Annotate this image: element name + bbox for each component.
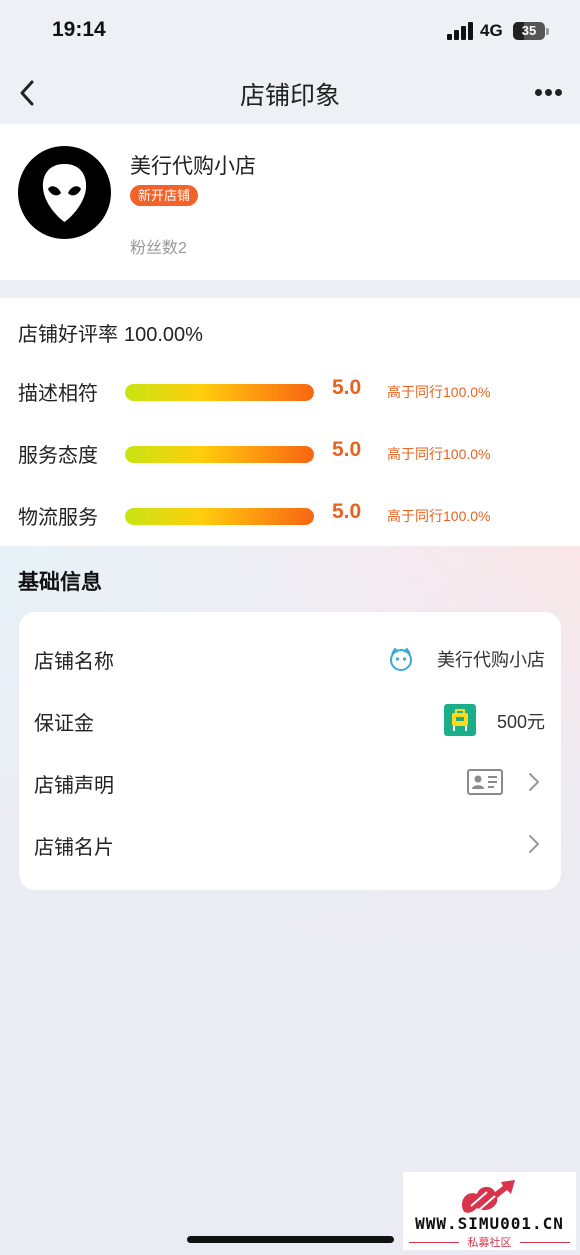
info-row-deposit[interactable]: 保证金 500元 (19, 689, 561, 751)
shop-header-card: 美行代购小店 新开店铺 粉丝数2 (0, 124, 580, 280)
new-shop-badge: 新开店铺 (130, 185, 199, 206)
metric-bar-fill (125, 446, 314, 463)
metric-bar (125, 508, 314, 525)
metric-row: 描述相符 5.0 高于同行100.0% (0, 371, 580, 411)
battery-tip (546, 28, 549, 35)
fans-count: 粉丝数2 (130, 240, 187, 257)
info-row-label: 店铺名片 (34, 837, 114, 859)
network-type: 4G (480, 21, 503, 40)
shop-avatar[interactable] (18, 146, 111, 239)
basic-info-card: 店铺名称 美行代购小店 保证金 500元 店铺声明 店铺名片 (19, 612, 561, 890)
metric-score: 5.0 (332, 500, 362, 523)
chevron-right-icon (529, 835, 539, 853)
page-title: 店铺印象 (239, 82, 340, 110)
info-row-business-card[interactable]: 店铺名片 (19, 813, 561, 875)
id-card-icon (467, 769, 503, 795)
alien-head-icon (42, 164, 87, 222)
positive-rate-label: 店铺好评率 (18, 324, 118, 346)
status-time: 19:14 (52, 18, 106, 41)
metric-bar-fill (125, 508, 314, 525)
watermark-logo-icon (461, 1180, 515, 1213)
watermark-text: WWW.SIMU001.CN (415, 1214, 564, 1233)
status-bar: 19:14 4G 35 (0, 0, 580, 62)
metric-compare: 高于同行100.0% (387, 384, 491, 400)
info-row-statement[interactable]: 店铺声明 (19, 751, 561, 813)
metric-bar (125, 446, 314, 463)
battery-level: 35 (521, 23, 537, 38)
metric-compare: 高于同行100.0% (387, 446, 491, 462)
watermark: WWW.SIMU001.CN 私募社区 (403, 1172, 576, 1250)
metric-bar-fill (125, 384, 314, 401)
battery-icon: 35 (513, 22, 545, 40)
metric-score: 5.0 (332, 376, 362, 399)
metric-row: 物流服务 5.0 高于同行100.0% (0, 495, 580, 535)
positive-rate-value: 100.00% (124, 324, 203, 346)
metric-compare: 高于同行100.0% (387, 508, 491, 524)
info-row-value: 500元 (496, 712, 545, 732)
metric-label: 物流服务 (18, 507, 98, 529)
info-row-label: 保证金 (34, 713, 94, 735)
home-indicator[interactable] (187, 1236, 394, 1243)
shop-name: 美行代购小店 (130, 155, 256, 178)
deposit-bag-icon (444, 704, 476, 736)
metric-row: 服务态度 5.0 高于同行100.0% (0, 433, 580, 473)
info-row-value: 美行代购小店 (437, 650, 545, 670)
signal-icon (447, 22, 475, 40)
metric-label: 服务态度 (18, 445, 98, 467)
info-row-label: 店铺声明 (34, 775, 114, 797)
info-row-label: 店铺名称 (34, 651, 114, 673)
more-button[interactable] (530, 82, 566, 102)
smiley-face-icon (390, 648, 412, 671)
chevron-right-icon (529, 773, 539, 791)
section-title: 基础信息 (18, 571, 102, 594)
metric-score: 5.0 (332, 438, 362, 461)
positive-rate: 店铺好评率 100.00% (18, 318, 203, 347)
rating-card: 店铺好评率 100.00% 描述相符 5.0 高于同行100.0% 服务态度 5.… (0, 298, 580, 546)
metric-bar (125, 384, 314, 401)
watermark-rule (520, 1242, 570, 1243)
nav-bar: 店铺印象 (0, 62, 580, 124)
metric-label: 描述相符 (18, 383, 98, 405)
info-row-shop-name[interactable]: 店铺名称 美行代购小店 (19, 627, 561, 689)
